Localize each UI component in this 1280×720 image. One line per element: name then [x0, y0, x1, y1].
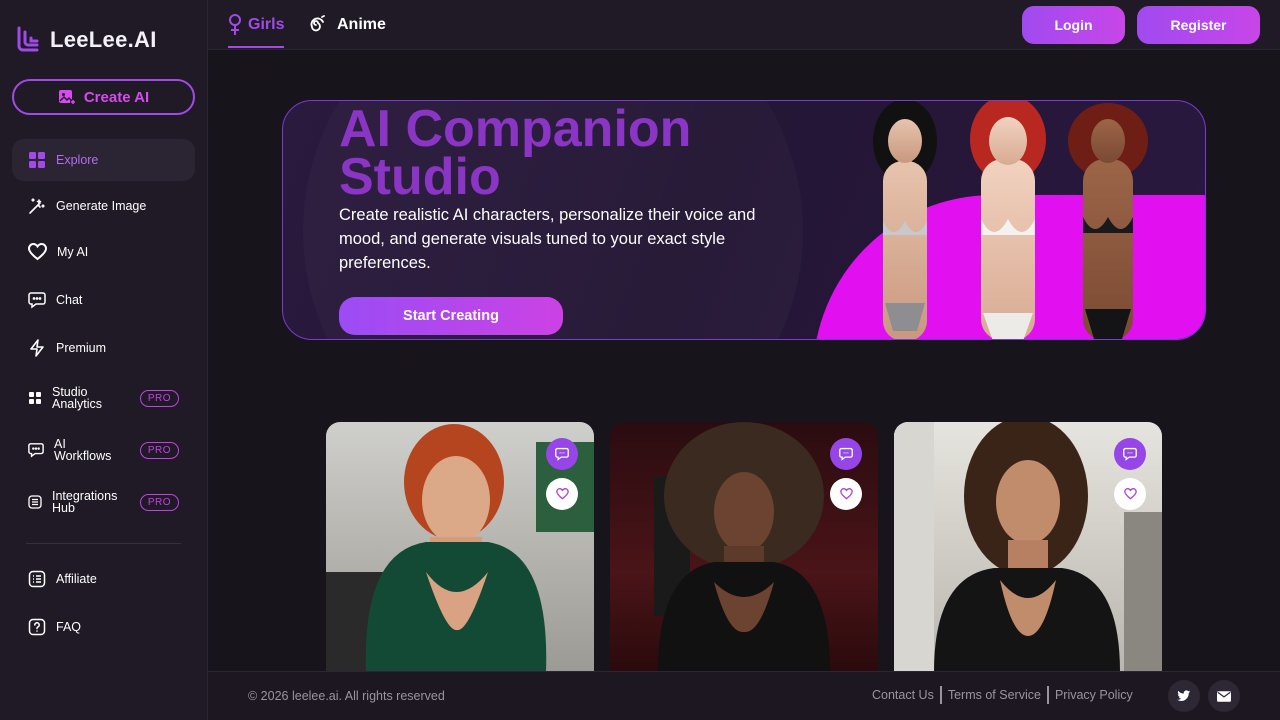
top-bar: Girls Anime Login Register	[208, 0, 1280, 50]
sidebar-item-affiliate[interactable]: Affiliate	[12, 558, 195, 600]
spiral-icon	[310, 15, 325, 32]
hero-models-image	[873, 101, 1148, 339]
sidebar-item-label: Integrations Hub	[52, 489, 118, 515]
card-chat-button[interactable]	[830, 438, 862, 470]
logo-icon	[17, 26, 39, 52]
sidebar-item-generate-image[interactable]: Generate Image	[12, 185, 195, 227]
card-chat-button[interactable]	[1114, 438, 1146, 470]
sidebar-item-integrations-hub[interactable]: Integrations Hub PRO	[12, 481, 195, 523]
magic-wand-icon	[29, 198, 45, 214]
create-ai-button[interactable]: Create AI	[12, 79, 195, 115]
heart-outline-icon	[1123, 488, 1137, 500]
card-chat-button[interactable]	[546, 438, 578, 470]
hero-title: AI Companion Studio	[339, 100, 692, 206]
hero-description: Create realistic AI characters, personal…	[339, 206, 756, 272]
tab-label: Girls	[248, 16, 285, 33]
grid-icon	[29, 152, 45, 168]
sidebar-item-faq[interactable]: FAQ	[12, 606, 195, 648]
hero-banner: AI Companion Studio Create realistic AI …	[282, 100, 1206, 340]
link-separator	[1046, 686, 1049, 704]
heart-icon	[28, 243, 47, 261]
tab-label: Anime	[337, 16, 386, 33]
sidebar-item-studio-analytics[interactable]: Studio Analytics PRO	[12, 377, 195, 419]
contact-us-link[interactable]: Contact Us	[872, 688, 934, 702]
chat-bubble-icon	[555, 447, 569, 461]
mail-icon	[1217, 690, 1231, 702]
character-card[interactable]	[894, 422, 1162, 672]
start-creating-button[interactable]: Start Creating	[339, 297, 563, 335]
heart-outline-icon	[839, 488, 853, 500]
privacy-policy-link[interactable]: Privacy Policy	[1055, 688, 1133, 702]
tab-girls[interactable]: Girls	[228, 12, 284, 38]
create-ai-label: Create AI	[83, 88, 150, 106]
link-separator	[939, 686, 942, 704]
login-button[interactable]: Login	[1022, 6, 1125, 44]
character-card[interactable]	[326, 422, 594, 672]
sidebar-item-label: Explore	[56, 153, 99, 167]
app-logo[interactable]: LeeLee.AI	[16, 26, 157, 54]
footer: © 2026 leelee.ai. All rights reserved Co…	[208, 671, 1280, 720]
app-name: LeeLee.AI	[50, 27, 157, 52]
tab-anime[interactable]: Anime	[305, 12, 386, 38]
sidebar-item-ai-workflows[interactable]: AI Workflows PRO	[12, 429, 195, 471]
sidebar-item-explore[interactable]: Explore	[12, 139, 195, 181]
twitter-button[interactable]	[1168, 680, 1200, 712]
sidebar-item-my-ai[interactable]: My AI	[12, 231, 195, 273]
active-tab-indicator	[228, 46, 284, 48]
twitter-icon	[1177, 690, 1191, 701]
mail-button[interactable]	[1208, 680, 1240, 712]
chat-bubble-icon	[28, 443, 44, 458]
chat-bubble-icon	[1123, 447, 1137, 461]
pro-badge: PRO	[139, 493, 179, 511]
chat-bubble-icon	[28, 292, 46, 309]
register-button[interactable]: Register	[1137, 6, 1260, 44]
question-icon	[28, 618, 46, 636]
image-add-icon	[58, 90, 76, 105]
footer-links: Contact Us Terms of Service Privacy Poli…	[872, 686, 1133, 704]
character-card[interactable]	[610, 422, 878, 672]
sidebar-item-label: Generate Image	[56, 199, 147, 213]
copyright-text: © 2026 leelee.ai. All rights reserved	[248, 689, 445, 703]
card-like-button[interactable]	[1114, 478, 1146, 510]
terms-of-service-link[interactable]: Terms of Service	[948, 688, 1041, 702]
sidebar-item-label: Studio Analytics	[52, 385, 103, 411]
sidebar-item-label: FAQ	[56, 620, 82, 634]
sidebar-item-label: Premium	[56, 341, 107, 355]
card-like-button[interactable]	[830, 478, 862, 510]
sidebar-divider	[26, 543, 181, 544]
list-icon	[28, 570, 46, 588]
sidebar-item-label: Chat	[56, 293, 83, 307]
sidebar-item-label: AI Workflows	[54, 437, 112, 463]
sidebar-item-chat[interactable]: Chat	[12, 279, 195, 321]
list-icon	[28, 495, 42, 509]
sidebar-item-label: My AI	[57, 245, 89, 259]
grid-small-icon	[29, 392, 41, 404]
sidebar: LeeLee.AI Create AI Explore Generate Ima…	[0, 0, 208, 720]
chat-bubble-icon	[839, 447, 853, 461]
female-icon	[229, 14, 241, 35]
pro-badge: PRO	[139, 441, 179, 459]
sidebar-item-label: Affiliate	[56, 572, 97, 586]
heart-outline-icon	[555, 488, 569, 500]
card-like-button[interactable]	[546, 478, 578, 510]
lightning-icon	[30, 339, 44, 357]
pro-badge: PRO	[139, 389, 179, 407]
sidebar-item-premium[interactable]: Premium	[12, 327, 195, 369]
